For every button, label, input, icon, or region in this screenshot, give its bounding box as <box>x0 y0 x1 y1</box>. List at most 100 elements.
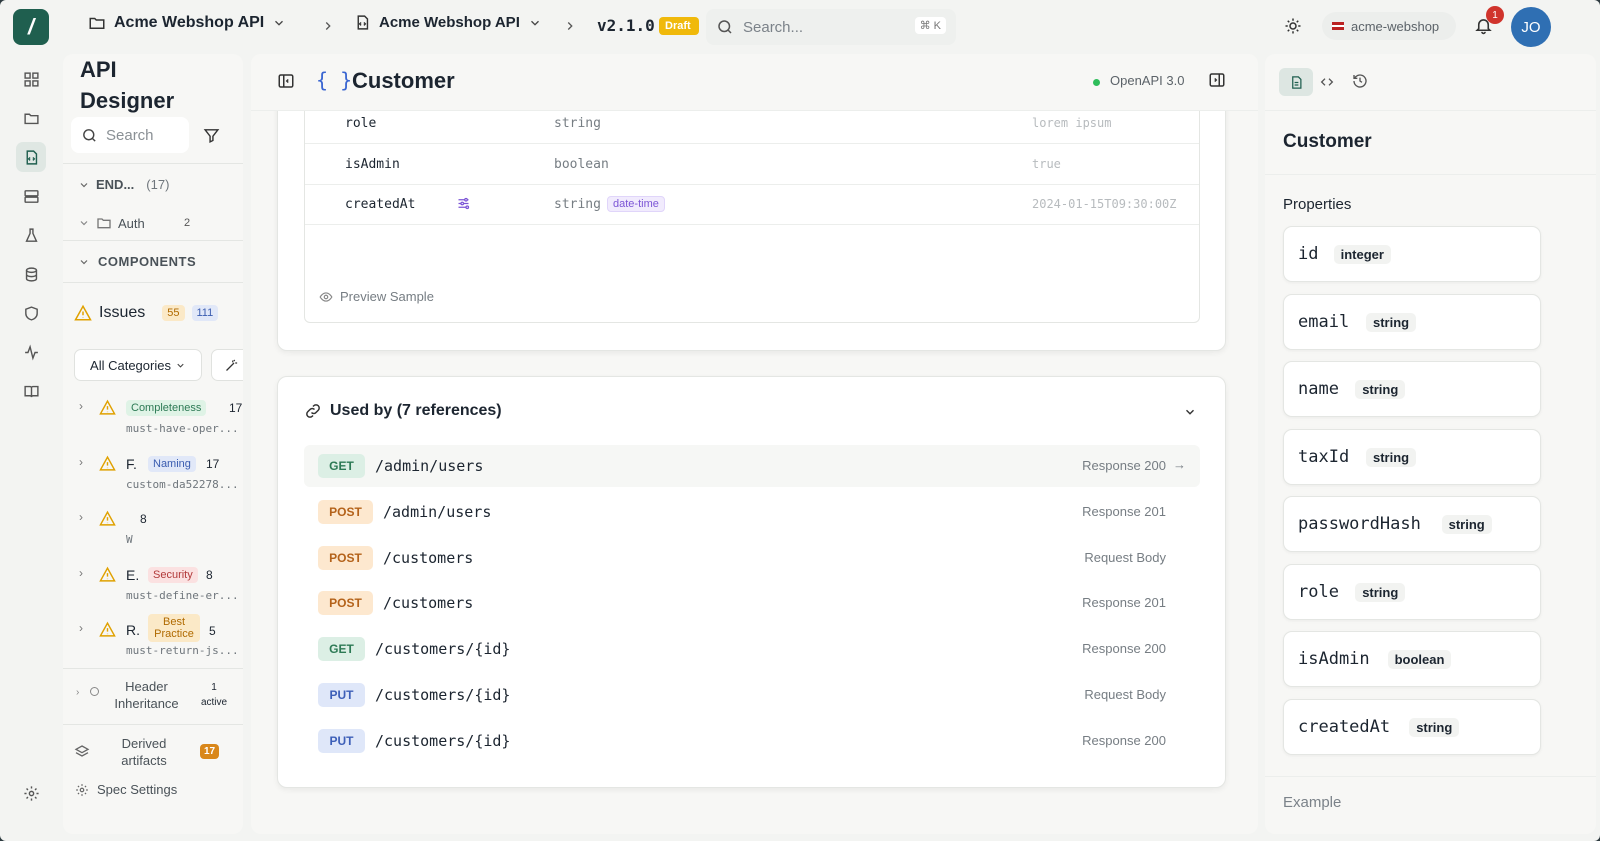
issue-count: 8 <box>206 567 213 582</box>
issue-count: 8 <box>140 512 147 526</box>
sliders-icon[interactable] <box>456 196 471 216</box>
reference-kind: Request Body <box>1084 687 1166 702</box>
issue-tag: Best Practice <box>148 614 200 642</box>
preview-sample-button[interactable]: Preview Sample <box>319 289 434 304</box>
activity-icon[interactable] <box>16 337 46 367</box>
reference-row[interactable]: POST/admin/users Response 201 <box>304 491 1200 533</box>
category-filter[interactable]: All Categories <box>74 349 202 381</box>
code-icon[interactable] <box>1319 74 1335 90</box>
property-type: string <box>1355 380 1406 399</box>
field-row[interactable]: createdAt string date-time 2024-01-15T09:30… <box>305 184 1199 225</box>
property-card[interactable]: name string <box>1283 361 1541 417</box>
reference-path: /customers/{id} <box>375 731 511 750</box>
folder-icon <box>97 218 111 229</box>
property-name: createdAt <box>1298 716 1391 737</box>
search-icon <box>716 18 734 36</box>
status-dot-icon <box>90 687 99 696</box>
sidebar-title-line1: API <box>80 57 117 82</box>
link-icon <box>306 404 320 418</box>
property-card[interactable]: role string <box>1283 563 1541 620</box>
sidebar-title: API Designer <box>80 54 174 116</box>
flask-icon[interactable] <box>16 220 46 250</box>
field-row[interactable]: isAdmin boolean true <box>305 144 1199 185</box>
app-window: / Acme Webshop API Acme Webshop API v2.1… <box>0 0 1600 841</box>
workspace-name: Acme Webshop API <box>114 14 265 31</box>
property-name: passwordHash <box>1298 514 1421 534</box>
header-inheritance-item[interactable]: › Header Inheritance 1 active <box>76 678 241 718</box>
derived-artifacts-item[interactable]: Derived artifacts 17 <box>74 735 239 771</box>
issues-warning-count: 55 <box>162 305 185 321</box>
chevron-right-icon: › <box>79 454 83 469</box>
endpoints-section[interactable]: END... (17) <box>78 177 169 192</box>
auth-label: Auth <box>118 215 145 231</box>
method-badge: POST <box>318 545 373 570</box>
reference-row[interactable]: POST/customers Request Body <box>304 537 1200 579</box>
collapse-sidebar-icon[interactable] <box>277 72 295 90</box>
preview-sample-label: Preview Sample <box>340 289 434 304</box>
spec-settings-link[interactable]: Spec Settings <box>75 782 177 797</box>
issue-item[interactable]: › 8 W <box>63 503 243 555</box>
auto-fix-button[interactable] <box>211 349 243 381</box>
document-icon[interactable] <box>1279 68 1313 96</box>
field-type: string <box>554 197 601 212</box>
warning-icon <box>74 304 92 321</box>
reference-row[interactable]: PUT/customers/{id} Response 200 <box>304 720 1200 762</box>
issue-item[interactable]: › Completeness 17 must-have-oper... <box>63 392 243 444</box>
theme-toggle-icon[interactable] <box>1284 17 1302 35</box>
issue-item[interactable]: › E. Security 8 must-define-er... <box>63 559 243 611</box>
derived-count-badge: 17 <box>200 744 220 759</box>
shield-icon[interactable] <box>16 298 46 328</box>
avatar[interactable]: JO <box>1511 7 1551 47</box>
divider <box>1265 174 1596 175</box>
auth-folder[interactable]: Auth 2 <box>78 215 198 231</box>
breadcrumb-project[interactable]: Acme Webshop API <box>354 14 542 31</box>
notification-count: 1 <box>1486 6 1504 24</box>
warning-icon <box>99 455 116 477</box>
used-by-header[interactable]: Used by (7 references) <box>304 402 502 420</box>
settings-icon[interactable] <box>16 778 46 808</box>
issue-item[interactable]: › F. Naming 17 custom-da52278... <box>63 448 243 500</box>
reference-row[interactable]: GET/admin/users Response 200 → <box>304 445 1200 487</box>
app-logo[interactable]: / <box>13 9 49 45</box>
reference-row[interactable]: PUT/customers/{id} Request Body <box>304 674 1200 716</box>
api-designer-icon[interactable] <box>16 142 46 172</box>
arrow-right-icon[interactable]: → <box>1173 457 1186 472</box>
reference-kind: Request Body <box>1084 549 1166 565</box>
property-card[interactable]: taxId string <box>1283 428 1541 485</box>
projects-icon[interactable] <box>16 103 46 133</box>
global-search[interactable]: Search... ⌘ K <box>706 9 956 45</box>
property-name: id <box>1298 244 1319 264</box>
book-icon[interactable] <box>16 376 46 406</box>
property-card[interactable]: createdAt string <box>1283 698 1541 755</box>
active-label: active <box>200 697 228 708</box>
history-icon[interactable] <box>1352 73 1368 89</box>
derived-line2: artifacts <box>121 753 167 768</box>
server-icon[interactable] <box>16 181 46 211</box>
version-label[interactable]: v2.1.0 <box>597 16 655 35</box>
filter-icon[interactable] <box>203 127 220 144</box>
issues-header[interactable]: Issues 55 111 <box>74 304 243 322</box>
search-placeholder: Search... <box>743 18 804 36</box>
reference-row[interactable]: POST/customers Response 201 <box>304 582 1200 624</box>
divider <box>63 668 243 669</box>
field-name: isAdmin <box>345 156 400 172</box>
sidebar-search-input[interactable]: Search <box>71 117 189 153</box>
org-switcher[interactable]: acme-webshop <box>1322 12 1456 40</box>
database-icon[interactable] <box>16 259 46 289</box>
property-card[interactable]: id integer <box>1283 226 1541 282</box>
main-header: { } Customer OpenAPI 3.0 <box>251 54 1258 111</box>
reference-row[interactable]: GET/customers/{id} Response 200 <box>304 628 1200 670</box>
chevron-right-icon: › <box>79 399 83 413</box>
chevron-down-icon[interactable] <box>1183 405 1197 419</box>
property-card[interactable]: isAdmin boolean <box>1283 631 1541 687</box>
toggle-right-panel-icon[interactable] <box>1208 71 1226 89</box>
property-card[interactable]: passwordHash string <box>1283 496 1541 552</box>
issue-item[interactable]: › R. Best Practice 5 must-return-js... <box>63 614 243 666</box>
dashboard-icon[interactable] <box>16 64 46 94</box>
breadcrumb-workspace[interactable]: Acme Webshop API <box>88 14 286 32</box>
components-section[interactable]: COMPONENTS <box>78 254 196 269</box>
property-type: string <box>1366 447 1417 467</box>
warning-icon <box>99 510 116 532</box>
reference-kind: Response 200 <box>1082 458 1166 473</box>
property-card[interactable]: email string <box>1283 293 1541 350</box>
